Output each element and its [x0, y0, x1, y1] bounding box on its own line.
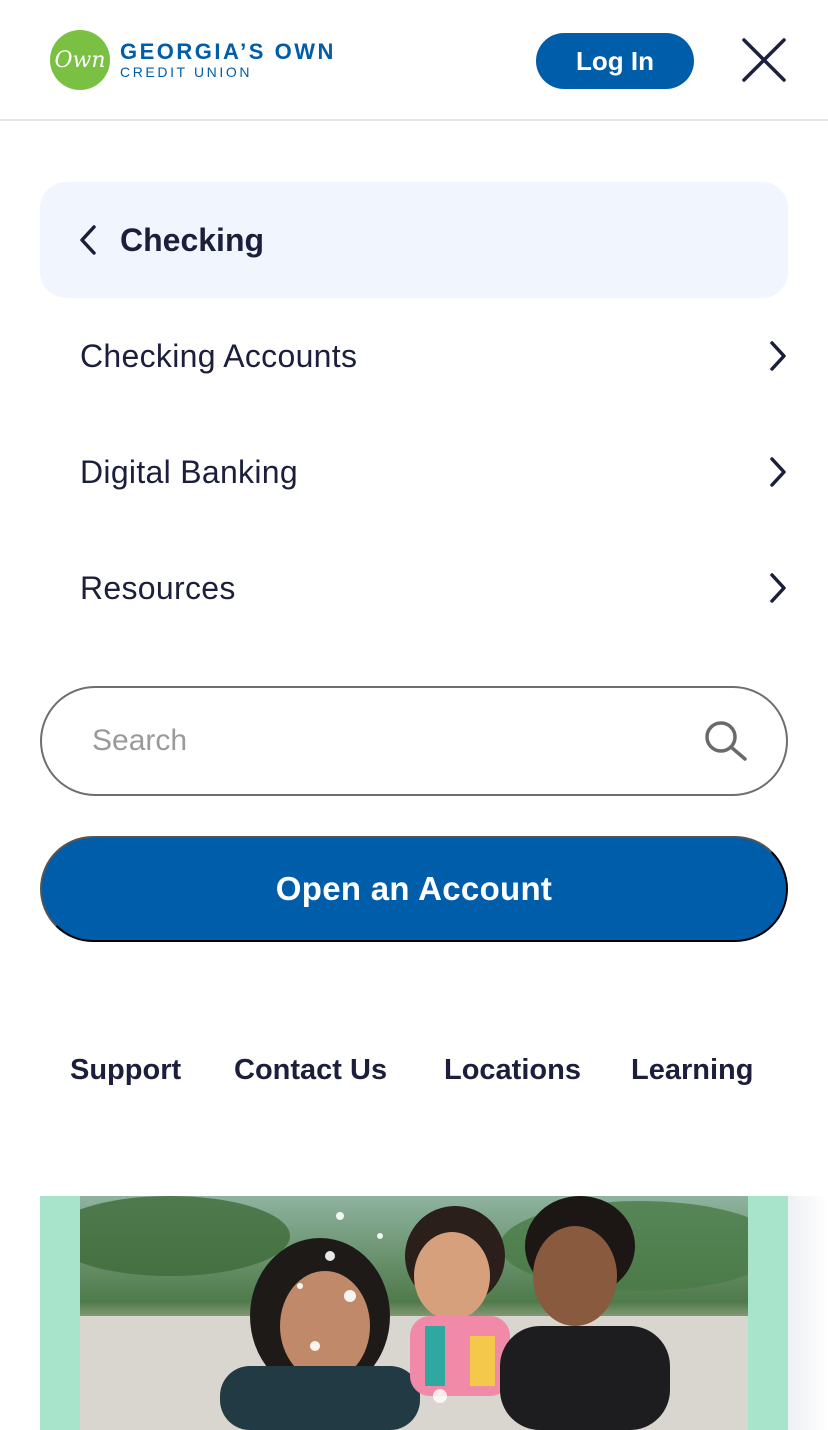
logo-line2: CREDIT UNION [120, 63, 253, 80]
georgias-own-logo[interactable]: Own GEORGIA’S OWN CREDIT UNION [50, 30, 336, 90]
contact-us-link[interactable]: Contact Us [234, 1050, 387, 1090]
search-box [40, 686, 788, 796]
close-menu-button[interactable] [738, 34, 790, 86]
chevron-right-icon [766, 339, 788, 373]
logo-wordmark: GEORGIA’S OWN CREDIT UNION [120, 38, 336, 80]
family-splashing-photo [80, 1196, 748, 1430]
learning-link[interactable]: Learning [631, 1050, 753, 1090]
chevron-right-icon [766, 455, 788, 489]
utility-links: Support Contact Us Locations Learning [0, 1050, 828, 1090]
search-icon[interactable] [700, 716, 750, 766]
promo-banner [40, 1196, 788, 1430]
menu-item-digital-banking[interactable]: Digital Banking [40, 414, 788, 530]
open-account-button[interactable]: Open an Account [40, 836, 788, 942]
chevron-left-icon [78, 224, 100, 256]
close-icon [742, 38, 786, 82]
menu-item-resources[interactable]: Resources [40, 530, 788, 646]
locations-link[interactable]: Locations [444, 1050, 581, 1090]
login-button[interactable]: Log In [536, 33, 694, 89]
site-header: Own GEORGIA’S OWN CREDIT UNION Log In [0, 0, 828, 121]
menu-item-label: Checking Accounts [80, 337, 358, 374]
menu-item-label: Resources [80, 569, 236, 606]
support-link[interactable]: Support [70, 1050, 181, 1090]
menu-section-title: Checking [120, 221, 265, 258]
menu-item-label: Digital Banking [80, 453, 298, 490]
chevron-right-icon [766, 571, 788, 605]
own-logo-mark: Own [50, 30, 110, 90]
logo-line1: GEORGIA’S OWN [120, 38, 336, 64]
promo-edge [788, 1196, 828, 1430]
menu-item-checking-accounts[interactable]: Checking Accounts [40, 298, 788, 414]
back-to-checking-button[interactable]: Checking [40, 182, 788, 298]
search-input[interactable] [92, 724, 700, 758]
